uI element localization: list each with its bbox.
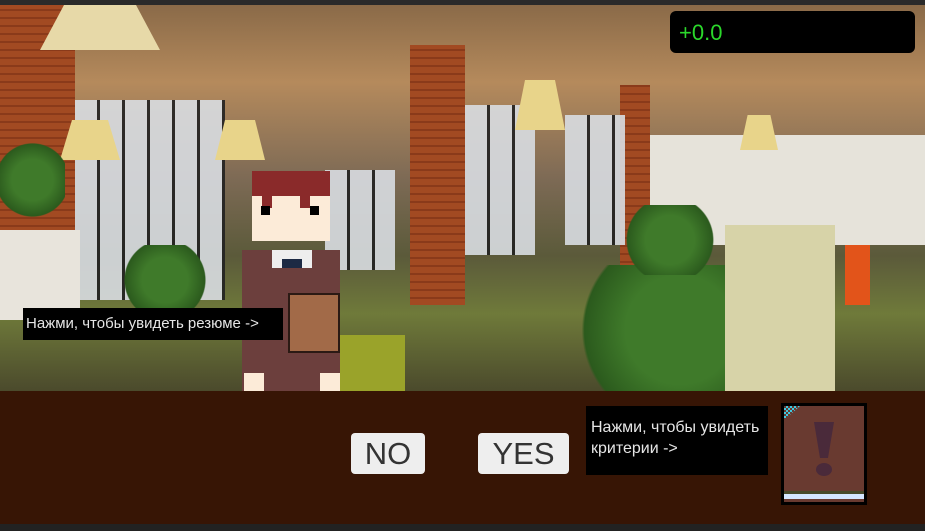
exclamation-dot (816, 463, 832, 476)
candidate-character[interactable] (242, 171, 340, 391)
lamp (515, 80, 565, 130)
window (565, 115, 625, 245)
hair (252, 171, 330, 196)
yes-button[interactable]: YES (478, 433, 569, 474)
tie (282, 259, 302, 268)
corner-pattern (784, 406, 800, 420)
no-button[interactable]: NO (351, 433, 425, 474)
book-pages (784, 494, 864, 499)
hand (320, 373, 340, 391)
shelf (0, 230, 80, 320)
brick-wall (410, 45, 465, 305)
book-icon (784, 406, 864, 502)
plant (120, 245, 210, 315)
eye (261, 206, 270, 215)
hair-lock (300, 196, 310, 208)
lamp (740, 115, 778, 150)
eye (310, 206, 319, 215)
chair (340, 335, 405, 391)
plant (0, 140, 65, 220)
hand (244, 373, 264, 391)
plant (620, 205, 720, 275)
criteria-book-button[interactable] (781, 403, 867, 505)
person (845, 245, 870, 305)
resume-hint[interactable]: Нажми, чтобы увидеть резюме -> (23, 308, 283, 340)
cabinet (725, 225, 835, 391)
exclamation-icon (814, 422, 834, 458)
briefcase-icon (288, 293, 340, 353)
criteria-hint[interactable]: Нажми, чтобы увидеть критерии -> (586, 406, 768, 475)
score-display: +0.0 (670, 11, 915, 53)
